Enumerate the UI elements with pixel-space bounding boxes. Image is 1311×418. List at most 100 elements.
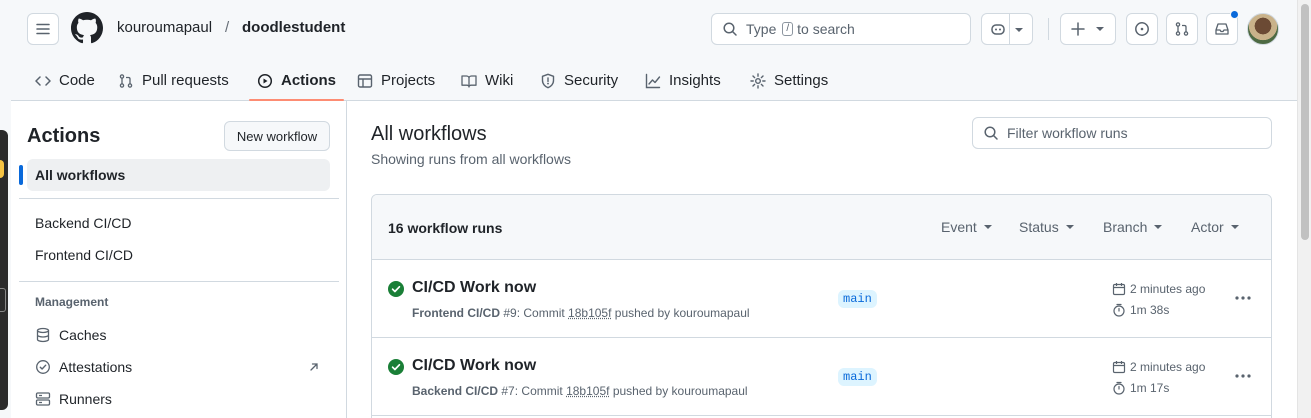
external-link-arrow-icon: [310, 363, 318, 371]
hamburger-menu-button[interactable]: [27, 13, 59, 45]
page: kouroumapaul / doodlestudent Type / to s…: [11, 0, 1297, 418]
run-duration: 1m 38s: [1112, 303, 1169, 317]
actor-filter-dropdown[interactable]: Actor: [1191, 219, 1240, 235]
calendar-icon: [1112, 361, 1126, 374]
event-filter-dropdown[interactable]: Event: [941, 219, 993, 235]
sidebar-divider: [19, 281, 339, 282]
run-time-ago: 2 minutes ago: [1112, 360, 1205, 374]
pull-requests-button[interactable]: [1166, 13, 1198, 45]
run-meta: Backend CI/CD #7: Commit 18b105f pushed …: [412, 384, 748, 398]
tab-wiki[interactable]: Wiki: [453, 60, 521, 101]
runs-count: 16 workflow runs: [388, 220, 503, 236]
hamburger-icon: [36, 23, 50, 35]
chevron-down-icon: [1154, 225, 1163, 229]
branch-filter-dropdown[interactable]: Branch: [1103, 219, 1163, 235]
tab-code[interactable]: Code: [27, 60, 103, 101]
management-heading: Management: [35, 295, 109, 309]
tab-pull-requests[interactable]: Pull requests: [110, 60, 237, 101]
new-workflow-button[interactable]: New workflow: [224, 121, 330, 151]
global-search-input[interactable]: Type / to search: [711, 13, 971, 45]
time-ago-text: 2 minutes ago: [1130, 282, 1206, 296]
stopwatch-icon: [1113, 381, 1125, 395]
tab-label: Projects: [381, 72, 436, 89]
branch-label[interactable]: main: [838, 290, 877, 308]
code-icon: [35, 75, 51, 86]
workflow-runs-header: 16 workflow runs Event Status Branch Act…: [372, 195, 1271, 260]
duration-text: 1m 17s: [1130, 381, 1170, 395]
commit-sha-link[interactable]: 18b105f: [566, 384, 609, 398]
page-subtitle: Showing runs from all workflows: [371, 151, 571, 167]
avatar[interactable]: [1247, 13, 1279, 45]
repo-header: kouroumapaul / doodlestudent Type / to s…: [11, 0, 1297, 101]
breadcrumb-owner[interactable]: kouroumapaul: [117, 19, 212, 36]
chevron-down-icon[interactable]: [1014, 27, 1024, 33]
sidebar-item-label: Caches: [59, 327, 107, 343]
tab-settings[interactable]: Settings: [742, 60, 836, 101]
workflow-runs-box: 16 workflow runs Event Status Branch Act…: [371, 194, 1272, 418]
notification-dot: [1230, 10, 1239, 19]
dock-app-icon[interactable]: [0, 160, 4, 178]
tab-label: Security: [564, 72, 619, 89]
workflow-run-row[interactable]: CI/CD Work now Backend CI/CD #7: Commit …: [372, 338, 1271, 416]
calendar-icon: [1112, 283, 1126, 296]
database-icon: [36, 327, 50, 343]
tab-label: Actions: [281, 72, 337, 89]
sidebar-item-label: Runners: [59, 391, 112, 407]
github-logo-icon[interactable]: [71, 12, 103, 44]
duration-text: 1m 38s: [1130, 303, 1170, 317]
breadcrumb-repo[interactable]: doodlestudent: [242, 19, 345, 36]
chevron-down-icon: [1096, 27, 1104, 31]
graph-icon: [645, 73, 661, 88]
kebab-horizontal-icon[interactable]: [1234, 290, 1252, 306]
filter-placeholder: Filter workflow runs: [1007, 125, 1128, 141]
run-time-ago: 2 minutes ago: [1112, 282, 1205, 296]
tab-label: Pull requests: [142, 72, 229, 89]
run-workflow-name: Frontend CI/CD: [412, 306, 500, 320]
branch-label[interactable]: main: [838, 368, 877, 386]
run-title[interactable]: CI/CD Work now: [412, 357, 536, 375]
dock-app-icon[interactable]: [0, 288, 6, 312]
tab-actions[interactable]: Actions: [249, 60, 345, 101]
tab-projects[interactable]: Projects: [349, 60, 443, 101]
desktop-dock-strip: [0, 0, 11, 418]
sidebar-item-runners[interactable]: Runners: [27, 383, 330, 415]
dropdown-label: Status: [1019, 219, 1059, 235]
run-title[interactable]: CI/CD Work now: [412, 279, 536, 297]
gear-icon: [750, 72, 766, 89]
status-filter-dropdown[interactable]: Status: [1019, 219, 1075, 235]
commit-sha-link[interactable]: 18b105f: [568, 306, 611, 320]
sidebar-item-frontend-ci-cd[interactable]: Frontend CI/CD: [27, 239, 330, 271]
run-commit-prefix: : Commit: [516, 306, 565, 320]
run-pushed-by: pushed by kouroumapaul: [614, 306, 750, 320]
copilot-icon: [991, 24, 1005, 35]
tab-security[interactable]: Security: [532, 60, 626, 101]
sidebar-item-backend-ci-cd[interactable]: Backend CI/CD: [27, 207, 330, 239]
chevron-down-icon: [983, 225, 992, 229]
filter-workflow-runs-input[interactable]: Filter workflow runs: [972, 117, 1272, 149]
tab-insights[interactable]: Insights: [637, 60, 729, 101]
dropdown-label: Event: [941, 219, 977, 235]
sidebar-item-attestations[interactable]: Attestations: [27, 351, 330, 383]
stopwatch-icon: [1113, 303, 1125, 317]
sidebar-item-all-workflows[interactable]: All workflows: [19, 159, 330, 191]
create-new-button[interactable]: [1060, 13, 1116, 45]
actions-sidebar: Actions New workflow All workflows Backe…: [11, 101, 347, 418]
dropdown-label: Actor: [1191, 219, 1224, 235]
dropdown-label: Branch: [1103, 219, 1148, 235]
workflow-run-row[interactable]: CI/CD Work now Frontend CI/CD #9: Commit…: [372, 260, 1271, 338]
git-pull-request-icon: [1175, 22, 1189, 36]
scrollbar-thumb[interactable]: [1301, 4, 1309, 240]
header-divider: [1048, 18, 1049, 40]
sidebar-title: Actions: [27, 125, 101, 147]
sidebar-item-caches[interactable]: Caches: [27, 319, 330, 351]
copilot-button[interactable]: [981, 13, 1033, 45]
book-icon: [461, 74, 477, 88]
kebab-horizontal-icon[interactable]: [1234, 368, 1252, 384]
verified-icon: [36, 360, 50, 374]
issues-button[interactable]: [1126, 13, 1158, 45]
issue-icon: [1135, 22, 1149, 36]
server-icon: [35, 392, 51, 406]
page-scrollbar[interactable]: [1297, 0, 1311, 418]
run-number: #9: [503, 306, 517, 320]
run-commit-prefix: : Commit: [514, 384, 563, 398]
